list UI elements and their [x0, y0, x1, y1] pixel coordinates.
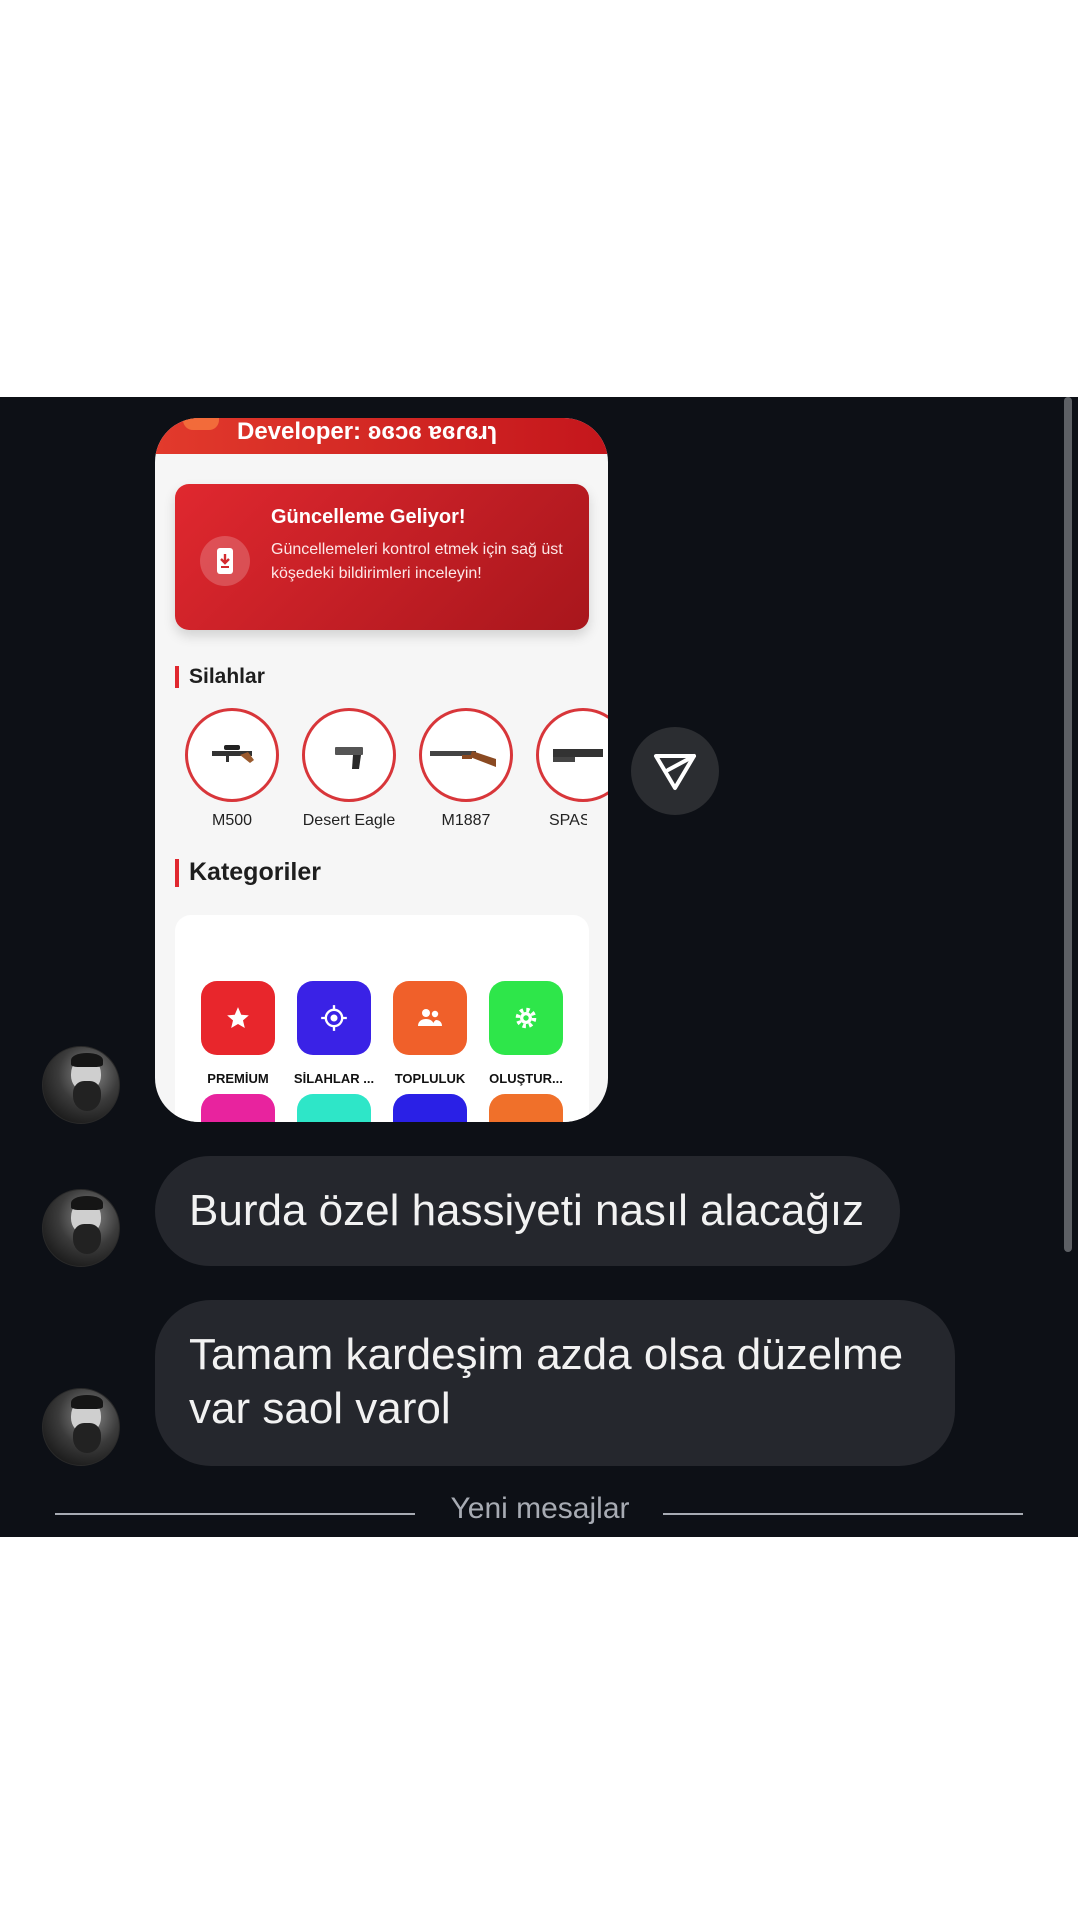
page: Developer: ʚɞɔɞ ɐɞɾɞɹɿ Güncelleme Geliyo… — [0, 0, 1080, 1920]
new-messages-label: Yeni mesajlar — [450, 1492, 630, 1525]
category-tile-partial[interactable] — [201, 1094, 275, 1122]
scrollbar[interactable] — [1064, 397, 1072, 1252]
category-label: SİLAHLAR ... — [293, 1071, 375, 1086]
weapon-m1887-button[interactable] — [419, 708, 513, 802]
avatar[interactable] — [42, 1388, 120, 1466]
gear-icon — [515, 1007, 537, 1029]
avatar-hair — [71, 1196, 103, 1210]
weapon-desert-eagle-button[interactable] — [302, 708, 396, 802]
pistol-icon — [335, 747, 363, 769]
avatar-hair — [71, 1053, 103, 1067]
category-tile-partial[interactable] — [297, 1094, 371, 1122]
category-community-button[interactable] — [393, 981, 467, 1055]
message-text: Burda özel hassiyeti nasıl alacağız — [189, 1186, 865, 1235]
weapons-section-title: Silahlar — [175, 665, 265, 689]
weapon-label: M1887 — [441, 812, 491, 829]
chat-thread[interactable]: Developer: ʚɞɔɞ ɐɞɾɞɹɿ Güncelleme Geliyo… — [0, 397, 1080, 1537]
category-label: PREMİUM — [207, 1071, 269, 1086]
weapon-m500-button[interactable] — [185, 708, 279, 802]
categories-section-title: Kategoriler — [175, 858, 321, 888]
shared-screenshot-image[interactable]: Developer: ʚɞɔɞ ɐɞɾɞɹɿ Güncelleme Geliyo… — [155, 418, 608, 1122]
category-label: TOPLULUK — [394, 1071, 466, 1086]
weapon-spas-button[interactable] — [536, 708, 608, 802]
category-tile-partial[interactable] — [489, 1094, 563, 1122]
shotgun-icon — [553, 749, 603, 762]
avatar-beard — [73, 1224, 101, 1254]
avatar-beard — [73, 1081, 101, 1111]
category-label: OLUŞTUR... — [489, 1071, 563, 1086]
section-accent-bar — [175, 666, 179, 689]
people-icon — [418, 1009, 442, 1026]
banner-title: Güncelleme Geliyor! — [271, 506, 466, 528]
target-icon — [321, 1005, 347, 1031]
divider-line — [55, 1513, 415, 1515]
send-icon — [654, 754, 696, 790]
avatar-hair — [71, 1395, 103, 1409]
phone-download-icon — [200, 536, 250, 586]
message-bubble[interactable]: Tamam kardeşim azda olsa düzelme var sao… — [155, 1300, 955, 1466]
header-decoration — [183, 418, 219, 430]
section-accent-bar — [175, 859, 179, 888]
weapon-label: M500 — [211, 812, 253, 829]
weapons-title-text: Silahlar — [189, 665, 265, 688]
star-icon — [227, 1007, 249, 1028]
message-bubble[interactable]: Burda özel hassiyeti nasıl alacağız — [155, 1156, 900, 1266]
shotgun-icon — [430, 751, 496, 767]
category-weapons-button[interactable] — [297, 981, 371, 1055]
divider-line — [663, 1513, 1023, 1515]
share-button[interactable] — [631, 727, 719, 815]
category-tile-partial[interactable] — [393, 1094, 467, 1122]
avatar[interactable] — [42, 1046, 120, 1124]
category-create-button[interactable] — [489, 981, 563, 1055]
categories-title-text: Kategoriler — [189, 858, 321, 886]
message-text-line: var saol varol — [189, 1384, 451, 1433]
category-premium-button[interactable] — [201, 981, 275, 1055]
developer-label: Developer: ʚɞɔɞ ɐɞɾɞɹɿ — [237, 418, 498, 445]
app-header-bar: Developer: ʚɞɔɞ ɐɞɾɞɹɿ — [155, 418, 608, 454]
banner-text: Güncellemeleri kontrol etmek için sağ üs… — [271, 541, 563, 582]
avatar[interactable] — [42, 1189, 120, 1267]
avatar-beard — [73, 1423, 101, 1453]
message-text-line: Tamam kardeşim azda olsa düzelme — [189, 1330, 904, 1379]
sniper-rifle-icon — [212, 745, 254, 763]
update-banner: Güncelleme Geliyor! Güncellemeleri kontr… — [175, 484, 589, 630]
weapon-label: SPAS — [549, 812, 587, 829]
weapon-label: Desert Eagle — [302, 812, 396, 829]
